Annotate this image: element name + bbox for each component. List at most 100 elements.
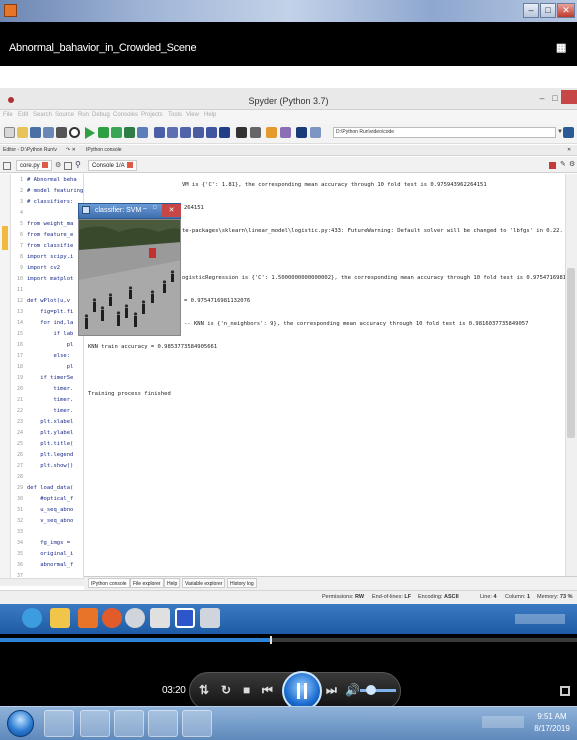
next-icon[interactable]: ⏭ [326, 683, 337, 698]
pane-options-icon[interactable]: ✕ [567, 147, 571, 153]
browse-console-tabs-icon[interactable] [64, 162, 72, 170]
player-maximize-button[interactable]: □ [540, 3, 556, 18]
debug-icon[interactable] [154, 127, 165, 138]
popup-minimize-button[interactable]: – [143, 205, 147, 212]
forward-arrow-icon[interactable] [310, 127, 321, 138]
start-button[interactable] [7, 710, 34, 737]
clock-date[interactable]: 8/17/2019 [530, 724, 574, 733]
run-cell-advance-icon[interactable] [111, 127, 122, 138]
ie-taskbar-icon[interactable] [44, 710, 74, 737]
menu-tools[interactable]: Tools [168, 112, 182, 118]
close-icon[interactable] [126, 162, 133, 169]
gear-icon[interactable]: ⚙ [569, 160, 575, 168]
save-all-icon[interactable] [43, 127, 54, 138]
step-icon[interactable] [167, 127, 178, 138]
editor-horizontal-scrollbar[interactable] [0, 578, 84, 586]
back-arrow-icon[interactable] [296, 127, 307, 138]
preferences-icon[interactable] [266, 127, 277, 138]
word-icon[interactable] [175, 608, 195, 628]
tab-variable-explorer[interactable]: Variable explorer [182, 578, 226, 588]
menu-debug[interactable]: Debug [92, 112, 110, 118]
media-player-taskbar-icon[interactable] [114, 710, 144, 737]
status-column-label: Column: [505, 594, 526, 600]
clock-time[interactable]: 9:51 AM [532, 712, 572, 721]
menu-search[interactable]: Search [33, 112, 52, 118]
switch-to-library-icon[interactable] [560, 686, 570, 696]
notepad-taskbar-icon[interactable] [182, 710, 212, 737]
menu-file[interactable]: File [3, 112, 13, 118]
code-editor[interactable]: 1 # Abnormal beha 2 # model featuring 3 # cla… [11, 174, 84, 586]
tab-help[interactable]: Help [164, 578, 181, 588]
volume-knob[interactable] [366, 685, 376, 695]
repeat-icon[interactable]: ↻ [221, 683, 231, 697]
close-pane-icon[interactable]: ↷ ✕ [66, 147, 76, 153]
browse-folder-icon[interactable] [563, 127, 574, 138]
save-icon[interactable] [30, 127, 41, 138]
code-line: if lab [27, 331, 74, 337]
chrome-taskbar-icon[interactable] [148, 710, 178, 737]
seek-handle[interactable] [270, 636, 272, 644]
stop-kernel-icon[interactable] [549, 162, 556, 169]
spyder-close-button[interactable] [561, 90, 577, 104]
step-return-icon[interactable] [193, 127, 204, 138]
new-file-icon[interactable] [4, 127, 15, 138]
menu-view[interactable]: View [186, 112, 199, 118]
tab-history-log[interactable]: History log [227, 578, 257, 588]
popup-close-button[interactable]: ✕ [162, 204, 181, 217]
spyder-minimize-button[interactable]: – [536, 92, 548, 104]
at-sign-icon[interactable] [69, 127, 80, 138]
maximize-pane-icon[interactable] [236, 127, 247, 138]
menu-consoles[interactable]: Consoles [113, 112, 138, 118]
explorer-taskbar-icon[interactable] [80, 710, 110, 737]
close-icon[interactable] [41, 162, 48, 169]
app-icon[interactable] [125, 608, 145, 628]
run-selection-icon[interactable] [124, 127, 135, 138]
python-path-icon[interactable] [280, 127, 291, 138]
stop-debug-icon[interactable] [219, 127, 230, 138]
player-minimize-button[interactable]: – [523, 3, 539, 18]
tab-file-explorer[interactable]: File explorer [130, 578, 164, 588]
rerun-icon[interactable] [137, 127, 148, 138]
working-directory-input[interactable]: D:\Python Run\video\code [333, 127, 556, 138]
continue-icon[interactable] [206, 127, 217, 138]
line-number: 33 [16, 529, 23, 535]
menu-edit[interactable]: Edit [18, 112, 28, 118]
code-line: plt.xlabel [27, 419, 74, 425]
menu-help[interactable]: Help [204, 112, 216, 118]
edit-icon[interactable]: ✎ [560, 160, 566, 168]
run-icon[interactable] [85, 127, 95, 139]
menu-run[interactable]: Run [78, 112, 89, 118]
run-cell-icon[interactable] [98, 127, 109, 138]
popup-maximize-button[interactable]: □ [153, 205, 157, 211]
search-icon[interactable]: ⚲ [75, 160, 81, 169]
menu-projects[interactable]: Projects [141, 112, 163, 118]
open-folder-icon[interactable] [17, 127, 28, 138]
volume-icon[interactable]: 🔊 [345, 683, 360, 697]
folder-icon[interactable] [50, 608, 70, 628]
tab-console[interactable]: Console 1/A [88, 160, 137, 171]
shuffle-icon[interactable]: ⇅ [199, 683, 209, 697]
tab-editor-file[interactable]: core.py [16, 160, 52, 171]
player-titlebar[interactable] [0, 0, 577, 22]
switch-view-icon[interactable]: ▦ [556, 41, 566, 54]
media-icon[interactable] [78, 608, 98, 628]
spyder-maximize-button[interactable]: □ [550, 92, 560, 104]
spyder-taskbar-icon[interactable] [150, 608, 170, 628]
fullscreen-icon[interactable] [250, 127, 261, 138]
step-into-icon[interactable] [180, 127, 191, 138]
stop-icon[interactable]: ■ [243, 683, 250, 697]
ie-icon[interactable] [22, 608, 42, 628]
tab-ipython-console[interactable]: IPython console [88, 578, 130, 588]
browse-tabs-icon[interactable] [3, 162, 11, 170]
code-line: def load_data( [27, 485, 74, 491]
tray-icons[interactable] [515, 614, 565, 624]
settings-app-icon[interactable] [200, 608, 220, 628]
firefox-icon[interactable] [102, 608, 122, 628]
player-close-button[interactable]: ✕ [557, 3, 575, 18]
console-scrollbar-thumb[interactable] [567, 268, 575, 438]
tab-options-icon[interactable]: ⚙ [55, 161, 61, 169]
menu-source[interactable]: Source [55, 112, 74, 118]
system-tray[interactable] [482, 716, 524, 728]
list-icon[interactable] [56, 127, 67, 138]
previous-icon[interactable]: ⏮ [262, 683, 273, 698]
